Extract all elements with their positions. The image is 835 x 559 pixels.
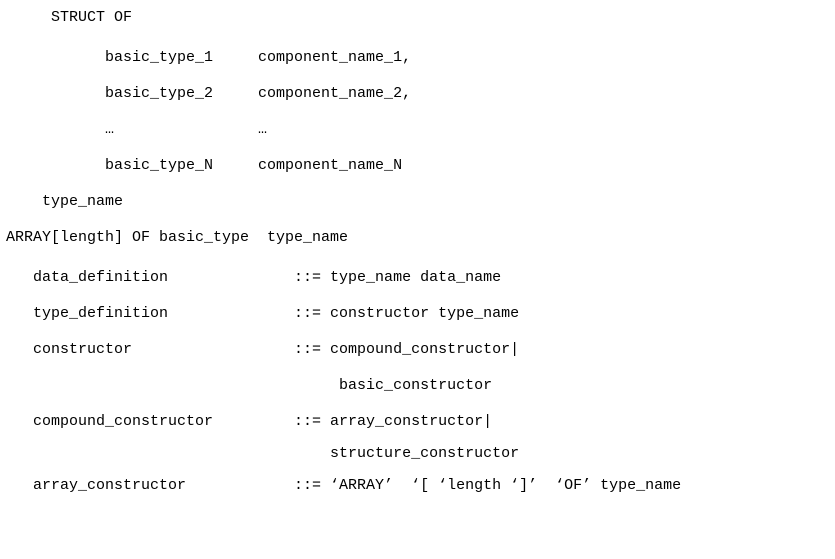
struct-type-name-line: type_name	[6, 184, 829, 220]
document-content: STRUCT OF basic_type_1 component_name_1,…	[0, 0, 835, 504]
grammar-data-definition: data_definition ::= type_name data_name	[6, 260, 829, 296]
grammar-constructor: constructor ::= compound_constructor|	[6, 332, 829, 368]
struct-field-row-1: basic_type_1 component_name_1,	[6, 40, 829, 76]
grammar-basic-constructor: basic_constructor	[6, 368, 829, 404]
struct-field-ellipsis: … …	[6, 112, 829, 148]
struct-field-row-n: basic_type_N component_name_N	[6, 148, 829, 184]
grammar-compound-constructor: compound_constructor ::= array_construct…	[6, 404, 829, 440]
struct-field-row-2: basic_type_2 component_name_2,	[6, 76, 829, 112]
grammar-array-constructor: array_constructor ::= ‘ARRAY’ ‘[ ‘length…	[6, 468, 829, 504]
struct-keyword-line: STRUCT OF	[6, 0, 829, 36]
grammar-structure-constructor: structure_constructor	[6, 440, 829, 468]
grammar-type-definition: type_definition ::= constructor type_nam…	[6, 296, 829, 332]
array-declaration-line: ARRAY[length] OF basic_type type_name	[6, 220, 829, 256]
